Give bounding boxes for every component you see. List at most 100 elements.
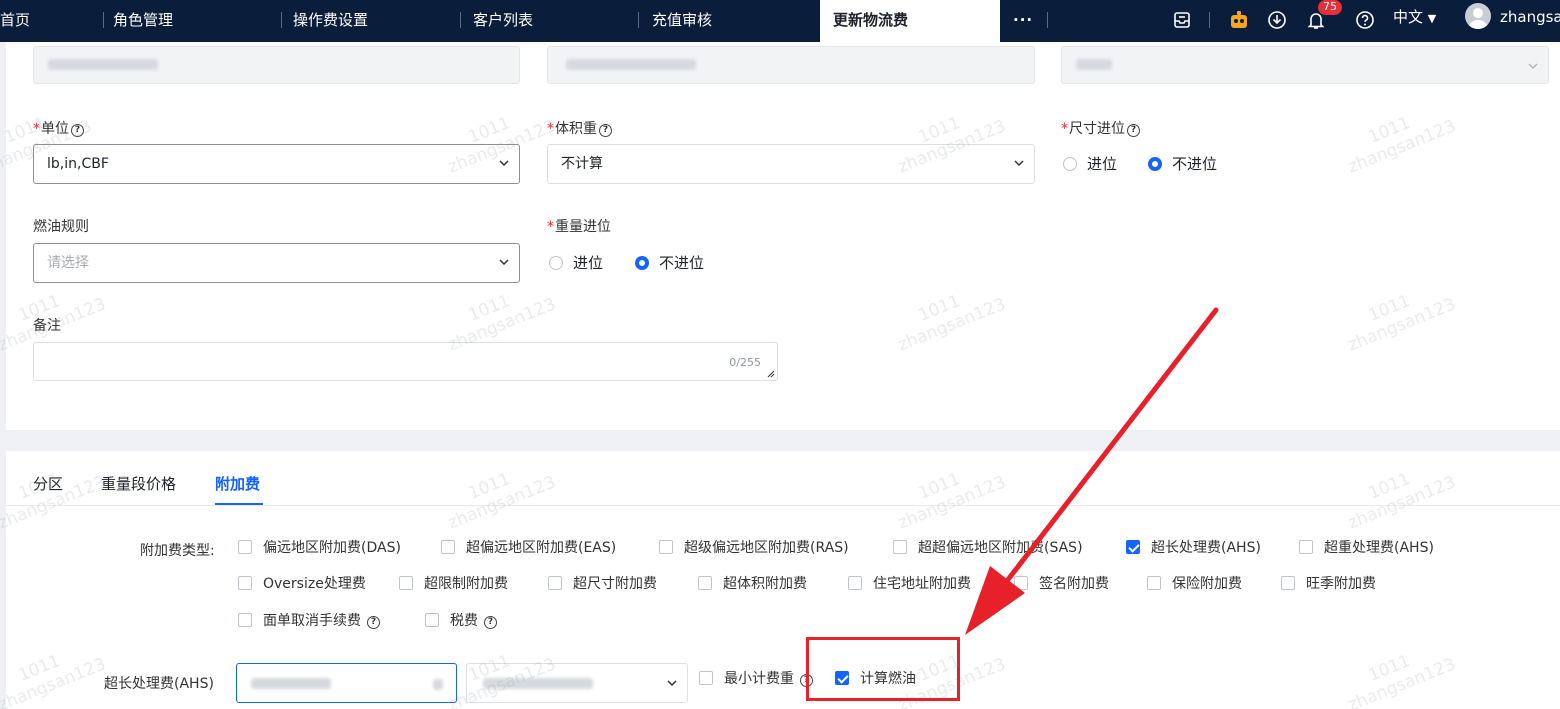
help-icon[interactable]: ? xyxy=(484,616,497,629)
size-rounding-option-no-round[interactable]: 不进位 xyxy=(1148,154,1217,174)
nav-divider xyxy=(460,12,461,28)
chevron-down-icon xyxy=(499,259,509,266)
checkbox xyxy=(238,576,252,590)
surcharge-option-residential[interactable]: 住宅地址附加费 xyxy=(848,574,971,594)
surcharge-option-over-size[interactable]: 超尺寸附加费 xyxy=(548,574,657,594)
more-tabs-button[interactable]: ··· xyxy=(1013,0,1033,42)
ahs-row-label: 超长处理费(AHS) xyxy=(104,676,214,692)
username[interactable]: zhangsan xyxy=(1500,0,1560,34)
radio-circle xyxy=(1063,157,1077,171)
tab-surcharge[interactable]: 附加费 xyxy=(215,473,260,494)
surcharge-option-insurance[interactable]: 保险附加费 xyxy=(1147,574,1242,594)
surcharge-option-ahs-long[interactable]: 超长处理费(AHS) xyxy=(1126,538,1261,558)
weight-rounding-option-round[interactable]: 进位 xyxy=(549,253,603,273)
surcharge-option-signature[interactable]: 签名附加费 xyxy=(1014,574,1109,594)
user-avatar[interactable] xyxy=(1465,3,1491,29)
ahs-type-select[interactable] xyxy=(466,663,688,703)
nav-tab-roles[interactable]: 角色管理 xyxy=(113,0,173,42)
chevron-down-icon xyxy=(1014,160,1024,167)
surcharge-option-over-volume[interactable]: 超体积附加费 xyxy=(698,574,807,594)
radio-circle-selected xyxy=(635,256,649,270)
surcharge-option-label-cancel[interactable]: 面单取消手续费? xyxy=(238,611,380,631)
fuel-rule-placeholder: 请选择 xyxy=(47,255,89,271)
radio-circle xyxy=(549,256,563,270)
unit-value: lb,in,CBF xyxy=(47,156,109,172)
checkbox xyxy=(238,613,252,627)
ahs-value-input[interactable] xyxy=(236,663,457,703)
help-icon[interactable]: ? xyxy=(599,124,612,137)
checkbox xyxy=(1147,576,1161,590)
volume-weight-label: *体积重? xyxy=(547,118,612,138)
checkbox-checked xyxy=(1126,540,1140,554)
surcharge-type-label: 附加费类型: xyxy=(140,543,215,559)
download-icon[interactable] xyxy=(1265,6,1289,34)
nav-tab-customers[interactable]: 客户列表 xyxy=(473,0,533,42)
fuel-rule-select[interactable]: 请选择 xyxy=(33,243,520,283)
chevron-down-icon xyxy=(499,160,509,167)
nav-divider xyxy=(281,12,282,28)
size-rounding-label: *尺寸进位? xyxy=(1061,118,1140,138)
checkbox xyxy=(1014,576,1028,590)
resize-handle-icon[interactable] xyxy=(766,369,775,378)
nav-divider xyxy=(1209,12,1210,28)
nav-tab-recharge-review[interactable]: 充值审核 xyxy=(652,0,712,42)
surcharge-option-das[interactable]: 偏远地区附加费(DAS) xyxy=(238,538,401,558)
volume-weight-select[interactable]: 不计算 xyxy=(547,144,1035,184)
surcharge-option-ahs-heavy[interactable]: 超重处理费(AHS) xyxy=(1299,538,1434,558)
unit-select[interactable]: lb,in,CBF xyxy=(33,144,520,184)
checkbox xyxy=(548,576,562,590)
remark-label: 备注 xyxy=(33,318,61,334)
checkbox xyxy=(848,576,862,590)
checkbox xyxy=(1299,540,1313,554)
nav-tab-home[interactable]: 首页 xyxy=(0,0,30,42)
surcharge-option-tax[interactable]: 税费? xyxy=(425,611,497,631)
checkbox xyxy=(699,671,713,685)
blurred-select[interactable] xyxy=(1061,46,1549,84)
chevron-down-icon xyxy=(667,680,677,687)
char-counter: 0/255 xyxy=(729,356,761,369)
surcharge-option-sas[interactable]: 超超偏远地区附加费(SAS) xyxy=(893,538,1083,558)
remark-textarea[interactable]: 0/255 xyxy=(33,342,778,381)
checkbox xyxy=(425,613,439,627)
chevron-down-icon xyxy=(1528,63,1538,70)
blurred-field[interactable] xyxy=(547,46,1035,84)
tab-divider xyxy=(6,505,1560,506)
nav-tab-operation-fee[interactable]: 操作费设置 xyxy=(293,0,368,42)
radio-circle-selected xyxy=(1148,157,1162,171)
unit-label: *单位? xyxy=(33,118,84,138)
surcharge-option-eas[interactable]: 超偏远地区附加费(EAS) xyxy=(441,538,616,558)
help-icon[interactable]: ? xyxy=(71,124,84,137)
checkbox xyxy=(893,540,907,554)
checkbox xyxy=(1281,576,1295,590)
surcharge-option-oversize[interactable]: Oversize处理费 xyxy=(238,574,366,594)
checkbox xyxy=(659,540,673,554)
annotation-highlight-box xyxy=(806,637,960,701)
checkbox xyxy=(441,540,455,554)
help-icon[interactable]: ? xyxy=(367,616,380,629)
surcharge-option-ras[interactable]: 超级偏远地区附加费(RAS) xyxy=(659,538,849,558)
nav-tab-update-logistics-fee[interactable]: 更新物流费 xyxy=(820,0,1000,42)
caret-down-icon: ▼ xyxy=(1427,12,1437,25)
help-icon[interactable]: ? xyxy=(1127,124,1140,137)
robot-assistant-icon[interactable] xyxy=(1227,6,1251,34)
blurred-field[interactable] xyxy=(33,46,520,84)
checkbox xyxy=(238,540,252,554)
nav-divider xyxy=(638,12,639,28)
help-icon[interactable] xyxy=(1353,6,1377,34)
nav-divider xyxy=(1047,12,1048,28)
checkbox xyxy=(399,576,413,590)
weight-rounding-option-no-round[interactable]: 不进位 xyxy=(635,253,704,273)
top-navigation-bar: 首页 角色管理 操作费设置 客户列表 充值审核 更新物流费 ··· 75 中文 … xyxy=(0,0,1560,42)
weight-rounding-label: *重量进位 xyxy=(547,219,611,235)
tab-zones[interactable]: 分区 xyxy=(33,473,63,494)
language-selector[interactable]: 中文 ▼ xyxy=(1393,0,1436,42)
checkbox xyxy=(698,576,712,590)
fuel-rule-label: 燃油规则 xyxy=(33,219,89,235)
surcharge-option-over-limit[interactable]: 超限制附加费 xyxy=(399,574,508,594)
surcharge-option-peak-season[interactable]: 旺季附加费 xyxy=(1281,574,1376,594)
size-rounding-option-round[interactable]: 进位 xyxy=(1063,154,1117,174)
tab-weight-price[interactable]: 重量段价格 xyxy=(101,473,176,494)
nav-divider xyxy=(103,12,104,28)
min-billable-weight-checkbox[interactable]: 最小计费重? xyxy=(699,669,813,689)
inbox-icon[interactable] xyxy=(1170,6,1194,34)
